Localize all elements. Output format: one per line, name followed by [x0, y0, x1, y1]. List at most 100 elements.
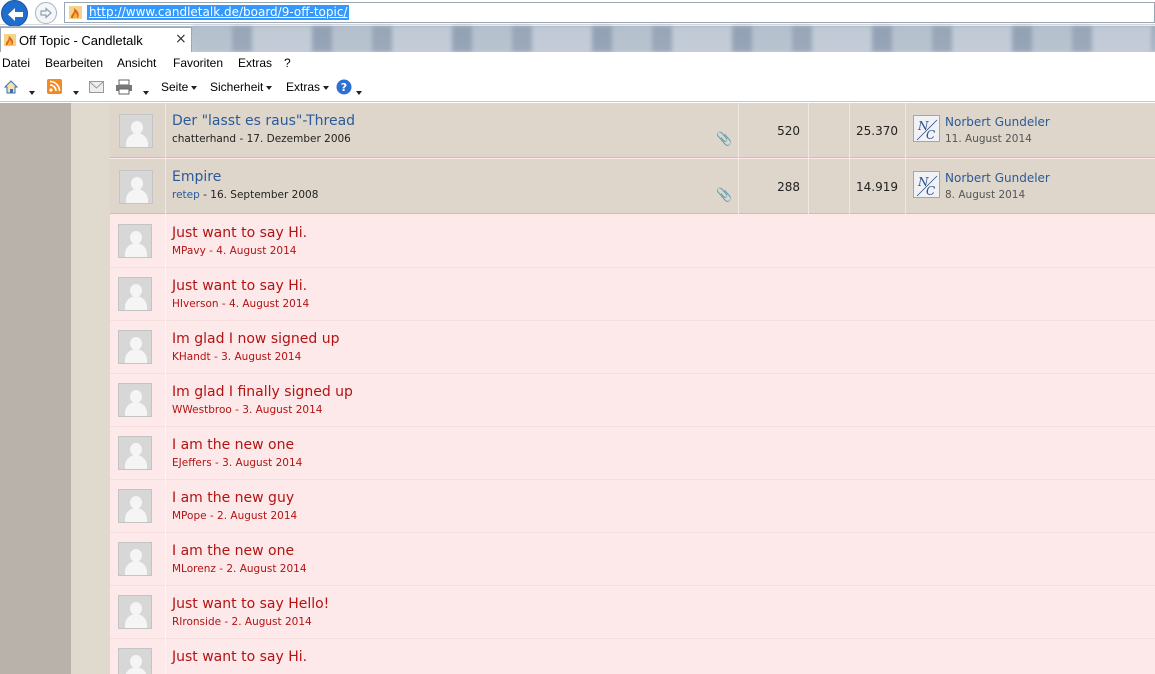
avatar-body — [125, 243, 147, 257]
thread-meta: MPope - 2. August 2014 — [172, 510, 297, 522]
cell-divider — [905, 103, 906, 158]
table-row[interactable]: I am the new one EJeffers - 3. August 20… — [110, 427, 1155, 480]
thread-author[interactable]: HIverson — [172, 298, 219, 310]
avatar[interactable] — [118, 330, 152, 364]
home-button[interactable] — [3, 79, 19, 98]
help-dropdown[interactable] — [353, 85, 362, 99]
thread-title-link[interactable]: Just want to say Hello! — [172, 596, 329, 612]
mail-button[interactable] — [89, 81, 104, 96]
table-row[interactable]: Just want to say Hi. MPavy - 4. August 2… — [110, 215, 1155, 268]
cell-divider — [165, 480, 166, 533]
table-row[interactable]: Im glad I now signed up KHandt - 3. Augu… — [110, 321, 1155, 374]
table-row[interactable]: I am the new one MLorenz - 2. August 201… — [110, 533, 1155, 586]
table-row[interactable]: Just want to say Hi. — [110, 639, 1155, 674]
thread-title-link[interactable]: Just want to say Hi. — [172, 278, 307, 294]
print-button[interactable] — [115, 79, 133, 98]
thread-title-link[interactable]: Im glad I finally signed up — [172, 384, 353, 400]
avatar[interactable] — [119, 170, 153, 204]
meta-separator: - — [236, 133, 247, 145]
home-dropdown[interactable] — [26, 85, 35, 99]
menu-extras[interactable]: Extras — [238, 56, 272, 70]
meta-separator: - — [211, 457, 223, 469]
thread-author[interactable]: EJeffers — [172, 457, 212, 469]
meta-separator: - — [231, 404, 243, 416]
table-row[interactable]: Im glad I finally signed up WWestbroo - … — [110, 374, 1155, 427]
thread-title-link[interactable]: I am the new one — [172, 543, 294, 559]
chevron-down-icon — [191, 85, 198, 90]
thread-title-link[interactable]: I am the new one — [172, 437, 294, 453]
menu-help[interactable]: ? — [284, 56, 291, 70]
thread-author[interactable]: MLorenz — [172, 563, 216, 575]
avatar[interactable] — [118, 383, 152, 417]
avatar[interactable] — [118, 595, 152, 629]
mail-icon — [89, 81, 104, 93]
thread-date: 3. August 2014 — [242, 404, 323, 416]
table-row[interactable]: I am the new guy MPope - 2. August 2014 — [110, 480, 1155, 533]
menu-datei[interactable]: Datei — [2, 56, 30, 70]
menu-favoriten[interactable]: Favoriten — [173, 56, 223, 70]
feeds-dropdown[interactable] — [70, 85, 79, 99]
thread-title-link[interactable]: Empire — [172, 169, 221, 185]
chevron-down-icon — [73, 90, 79, 95]
sicherheit-label: Sicherheit — [210, 80, 264, 94]
last-post-avatar[interactable]: N C — [913, 115, 940, 142]
menu-ansicht[interactable]: Ansicht — [117, 56, 156, 70]
cell-divider — [905, 159, 906, 214]
thread-title-link[interactable]: I am the new guy — [172, 490, 294, 506]
thread-title-link[interactable]: Just want to say Hi. — [172, 225, 307, 241]
forward-button[interactable] — [35, 2, 57, 24]
tab-strip: Off Topic - Candletalk × — [0, 26, 1155, 52]
thread-title-link[interactable]: Im glad I now signed up — [172, 331, 339, 347]
thread-title-link[interactable]: Just want to say Hi. — [172, 649, 307, 665]
avatar[interactable] — [118, 648, 152, 674]
thread-title-link[interactable]: Der "lasst es raus"-Thread — [172, 113, 355, 129]
command-bar: Seite Sicherheit Extras ? — [0, 74, 1155, 102]
cell-divider — [165, 159, 166, 214]
thread-author[interactable]: chatterhand — [172, 133, 236, 145]
extras-menu[interactable]: Extras — [286, 80, 330, 94]
thread-author[interactable]: RIronside — [172, 616, 221, 628]
last-post-avatar[interactable]: N C — [913, 171, 940, 198]
print-dropdown[interactable] — [140, 85, 149, 99]
avatar[interactable] — [118, 542, 152, 576]
table-row[interactable]: Just want to say Hi. HIverson - 4. Augus… — [110, 268, 1155, 321]
avatar[interactable] — [119, 114, 153, 148]
thread-author[interactable]: KHandt — [172, 351, 211, 363]
thread-date: 3. August 2014 — [221, 351, 302, 363]
avatar[interactable] — [118, 436, 152, 470]
address-bar-row: http://www.candletalk.de/board/9-off-top… — [0, 0, 1155, 27]
thread-author[interactable]: MPope — [172, 510, 207, 522]
thread-date: 2. August 2014 — [217, 510, 298, 522]
view-count: 14.919 — [856, 180, 898, 194]
table-row[interactable]: Just want to say Hello! RIronside - 2. A… — [110, 586, 1155, 639]
thread-author[interactable]: retep — [172, 189, 200, 201]
last-post-author[interactable]: Norbert Gundeler — [945, 115, 1050, 129]
tab-close-icon[interactable]: × — [175, 31, 187, 47]
help-button[interactable]: ? — [336, 79, 352, 98]
avatar[interactable] — [118, 224, 152, 258]
help-icon: ? — [336, 79, 352, 95]
tab-off-topic[interactable]: Off Topic - Candletalk × — [0, 27, 192, 52]
thread-author[interactable]: MPavy — [172, 245, 206, 257]
thread-author[interactable]: WWestbroo — [172, 404, 232, 416]
sicherheit-menu[interactable]: Sicherheit — [210, 80, 273, 94]
feeds-button[interactable] — [47, 79, 62, 97]
seite-menu[interactable]: Seite — [161, 80, 198, 94]
table-row[interactable]: Der "lasst es raus"-Thread chatterhand -… — [110, 103, 1155, 158]
avatar-body — [125, 349, 147, 363]
blurred-background-area — [192, 26, 1155, 52]
avatar[interactable] — [118, 277, 152, 311]
thread-meta: RIronside - 2. August 2014 — [172, 616, 312, 628]
chevron-down-icon — [29, 90, 35, 95]
menu-bearbeiten[interactable]: Bearbeiten — [45, 56, 103, 70]
address-input[interactable]: http://www.candletalk.de/board/9-off-top… — [64, 2, 1155, 23]
avatar[interactable] — [118, 489, 152, 523]
last-post-author[interactable]: Norbert Gundeler — [945, 171, 1050, 185]
paperclip-icon: 📎 — [716, 188, 733, 203]
thread-meta: EJeffers - 3. August 2014 — [172, 457, 302, 469]
thread-date: 17. Dezember 2006 — [246, 133, 351, 145]
thread-date: 4. August 2014 — [216, 245, 297, 257]
table-row[interactable]: Empire retep - 16. September 2008 📎 288 … — [110, 159, 1155, 214]
back-button[interactable] — [1, 0, 30, 27]
cell-divider — [165, 533, 166, 586]
